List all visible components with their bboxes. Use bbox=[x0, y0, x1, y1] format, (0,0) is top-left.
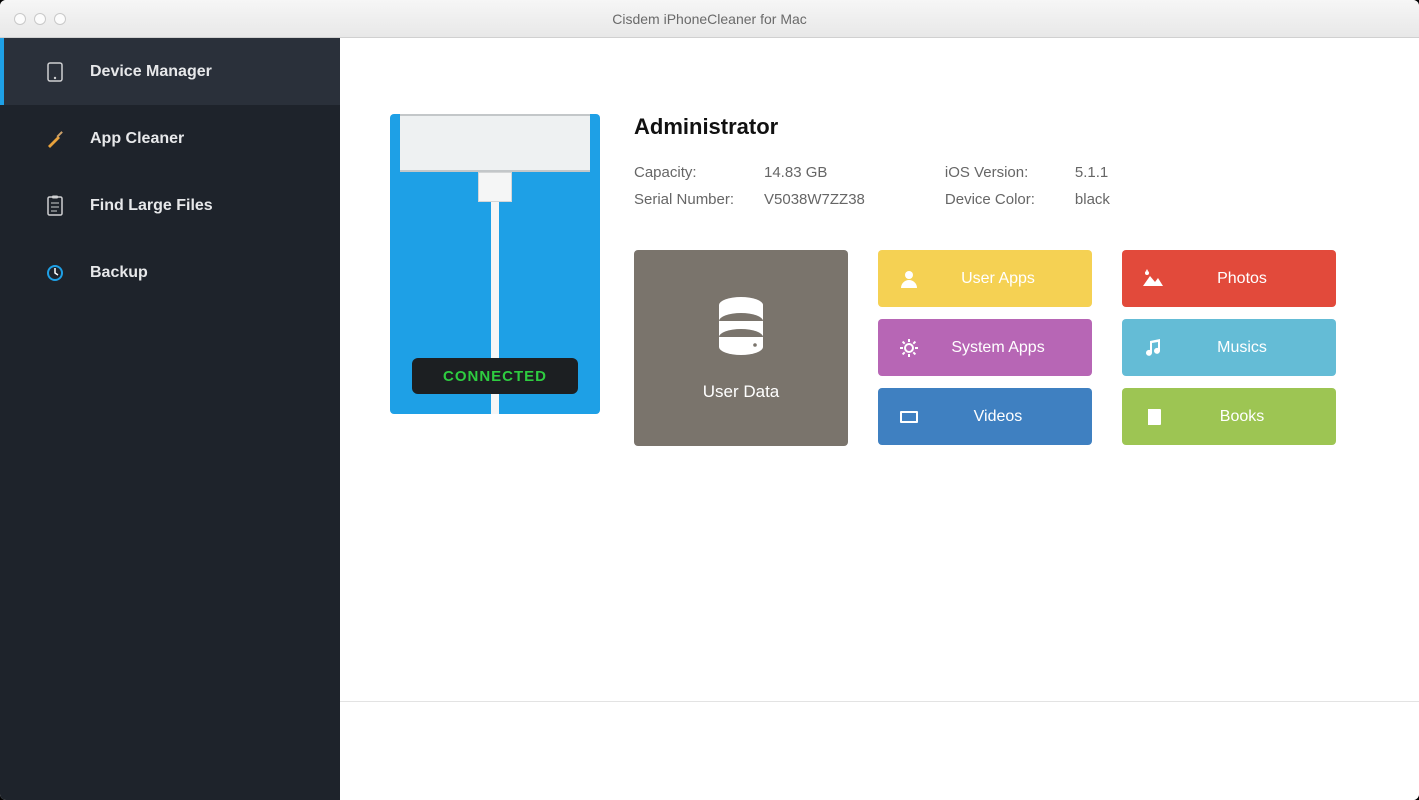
capacity-value: 14.83 GB bbox=[764, 164, 827, 181]
device-row: CONNECTED Administrator Capacity: 14.83 … bbox=[390, 114, 1369, 446]
tile-user-apps[interactable]: User Apps bbox=[878, 250, 1092, 307]
spec-col-right: iOS Version: 5.1.1 Device Color: black bbox=[945, 164, 1110, 218]
sidebar: Device Manager App Cleaner Find Large Fi… bbox=[0, 38, 340, 800]
sidebar-item-label: Backup bbox=[90, 264, 148, 282]
category-tiles: User Data User Apps bbox=[634, 250, 1369, 446]
tile-label: Musics bbox=[1192, 339, 1336, 357]
spec-col-left: Capacity: 14.83 GB Serial Number: V5038W… bbox=[634, 164, 865, 218]
tile-label: User Data bbox=[703, 382, 780, 402]
clipboard-icon bbox=[44, 195, 66, 217]
tile-label: System Apps bbox=[948, 339, 1092, 357]
tile-label: User Apps bbox=[948, 270, 1092, 288]
divider bbox=[340, 701, 1419, 702]
device-name: Administrator bbox=[634, 114, 1369, 140]
ios-label: iOS Version: bbox=[945, 164, 1075, 181]
photo-icon bbox=[1140, 266, 1166, 292]
clock-icon bbox=[44, 262, 66, 284]
user-icon bbox=[896, 266, 922, 292]
window-controls bbox=[14, 13, 66, 25]
tile-musics[interactable]: Musics bbox=[1122, 319, 1336, 376]
tile-photos[interactable]: Photos bbox=[1122, 250, 1336, 307]
close-window-button[interactable] bbox=[14, 13, 26, 25]
tile-label: Books bbox=[1192, 408, 1336, 426]
color-label: Device Color: bbox=[945, 191, 1075, 208]
window-title: Cisdem iPhoneCleaner for Mac bbox=[0, 11, 1419, 27]
sidebar-item-device-manager[interactable]: Device Manager bbox=[0, 38, 340, 105]
tile-user-data[interactable]: User Data bbox=[634, 250, 848, 446]
capacity-label: Capacity: bbox=[634, 164, 764, 181]
zoom-window-button[interactable] bbox=[54, 13, 66, 25]
main-content: CONNECTED Administrator Capacity: 14.83 … bbox=[340, 38, 1419, 800]
sidebar-item-backup[interactable]: Backup bbox=[0, 239, 340, 306]
sidebar-item-label: Device Manager bbox=[90, 63, 212, 81]
ios-value: 5.1.1 bbox=[1075, 164, 1108, 181]
book-icon bbox=[1140, 404, 1166, 430]
window-body: Device Manager App Cleaner Find Large Fi… bbox=[0, 38, 1419, 800]
minimize-window-button[interactable] bbox=[34, 13, 46, 25]
serial-value: V5038W7ZZ38 bbox=[764, 191, 865, 208]
app-window: Cisdem iPhoneCleaner for Mac Device Mana… bbox=[0, 0, 1419, 800]
gear-icon bbox=[896, 335, 922, 361]
connection-status-badge: CONNECTED bbox=[412, 358, 578, 394]
broom-icon bbox=[44, 128, 66, 150]
tile-videos[interactable]: Videos bbox=[878, 388, 1092, 445]
video-icon bbox=[896, 404, 922, 430]
tile-label: Photos bbox=[1192, 270, 1336, 288]
database-icon bbox=[713, 295, 769, 362]
tile-column-1: User Apps System Apps bbox=[878, 250, 1092, 446]
sidebar-item-find-large-files[interactable]: Find Large Files bbox=[0, 172, 340, 239]
tile-system-apps[interactable]: System Apps bbox=[878, 319, 1092, 376]
sidebar-item-app-cleaner[interactable]: App Cleaner bbox=[0, 105, 340, 172]
phone-graphic bbox=[400, 114, 590, 172]
tile-books[interactable]: Books bbox=[1122, 388, 1336, 445]
serial-label: Serial Number: bbox=[634, 191, 764, 208]
sidebar-item-label: Find Large Files bbox=[90, 197, 213, 215]
cable-graphic bbox=[478, 172, 512, 202]
sidebar-item-label: App Cleaner bbox=[90, 130, 184, 148]
tile-label: Videos bbox=[948, 408, 1092, 426]
device-spec-grid: Capacity: 14.83 GB Serial Number: V5038W… bbox=[634, 164, 1369, 218]
color-value: black bbox=[1075, 191, 1110, 208]
music-icon bbox=[1140, 335, 1166, 361]
device-info: Administrator Capacity: 14.83 GB Serial … bbox=[634, 114, 1369, 446]
device-connection-panel: CONNECTED bbox=[390, 114, 600, 414]
device-icon bbox=[44, 61, 66, 83]
tile-column-2: Photos Musics bbox=[1122, 250, 1336, 446]
titlebar: Cisdem iPhoneCleaner for Mac bbox=[0, 0, 1419, 38]
